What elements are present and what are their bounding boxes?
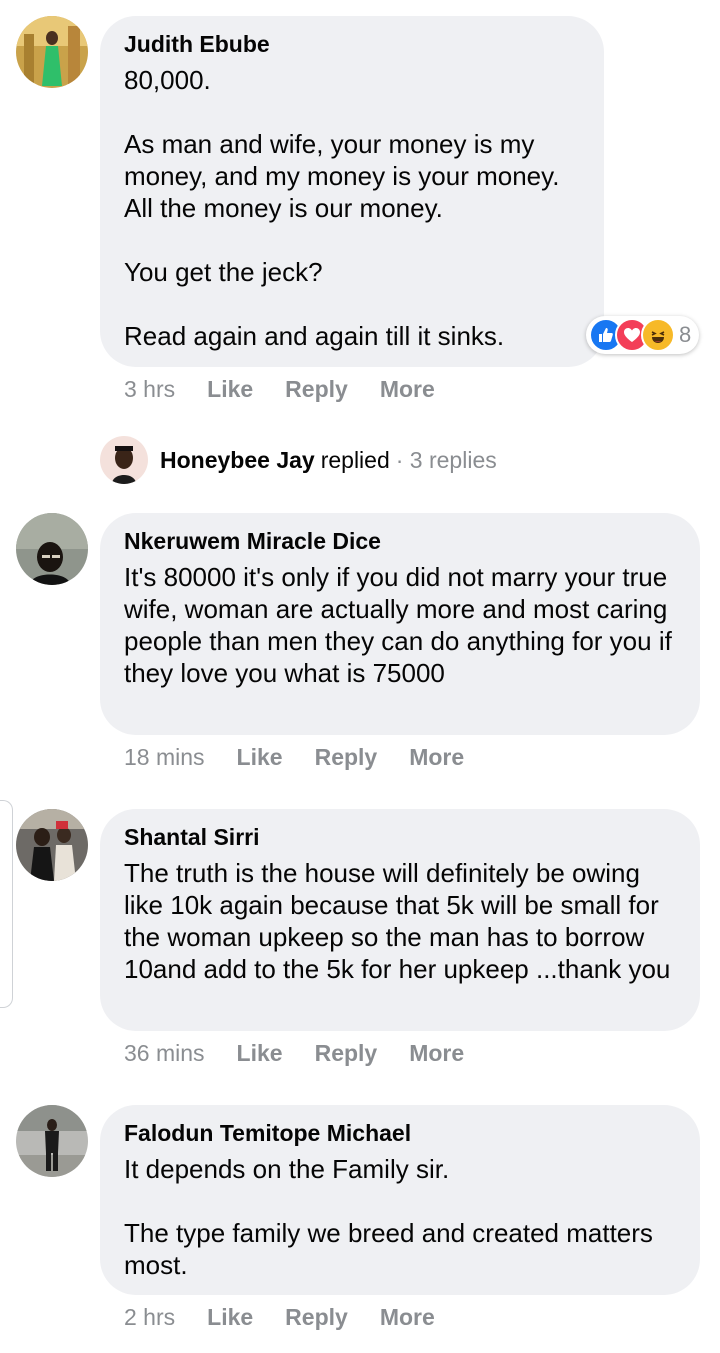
like-button[interactable]: Like xyxy=(237,1040,283,1067)
comment-timestamp[interactable]: 2 hrs xyxy=(124,1304,175,1331)
comment-text: 80,000. As man and wife, your money is m… xyxy=(124,65,560,351)
haha-reaction-icon xyxy=(641,318,675,352)
more-button[interactable]: More xyxy=(409,1040,464,1067)
comment-actions: 2 hrs Like Reply More xyxy=(124,1304,467,1331)
avatar[interactable] xyxy=(16,16,88,88)
reaction-count: 8 xyxy=(679,322,692,347)
avatar[interactable] xyxy=(16,1105,88,1177)
comment-bubble: Shantal Sirri The truth is the house wil… xyxy=(100,809,700,1031)
comment-actions: 3 hrs Like Reply More xyxy=(124,376,467,403)
reply-button[interactable]: Reply xyxy=(315,1040,378,1067)
avatar[interactable] xyxy=(16,513,88,585)
replies-count[interactable]: · 3 replies xyxy=(396,447,497,474)
commenter-name[interactable]: Judith Ebube xyxy=(124,30,580,58)
side-panel-edge xyxy=(0,800,13,1008)
comment-bubble: Judith Ebube 80,000. As man and wife, yo… xyxy=(100,16,604,367)
reactions-summary[interactable]: 8 xyxy=(586,316,700,354)
like-button[interactable]: Like xyxy=(207,1304,253,1331)
comment-bubble: Nkeruwem Miracle Dice It's 80000 it's on… xyxy=(100,513,700,735)
view-replies-row[interactable]: Honeybee Jay replied · 3 replies xyxy=(100,436,497,484)
more-button[interactable]: More xyxy=(380,376,435,403)
replied-label: replied xyxy=(320,446,390,473)
comment-actions: 36 mins Like Reply More xyxy=(124,1040,496,1067)
commenter-name[interactable]: Shantal Sirri xyxy=(124,823,676,851)
commenter-name[interactable]: Falodun Temitope Michael xyxy=(124,1119,676,1147)
reply-button[interactable]: Reply xyxy=(285,376,348,403)
commenter-name[interactable]: Nkeruwem Miracle Dice xyxy=(124,527,676,555)
like-button[interactable]: Like xyxy=(207,376,253,403)
comment-text: The truth is the house will definitely b… xyxy=(124,858,671,984)
more-button[interactable]: More xyxy=(409,744,464,771)
comment-actions: 18 mins Like Reply More xyxy=(124,744,496,771)
comment-text: It depends on the Family sir. The type f… xyxy=(124,1154,653,1280)
reply-button[interactable]: Reply xyxy=(285,1304,348,1331)
reply-button[interactable]: Reply xyxy=(315,744,378,771)
comment-timestamp[interactable]: 36 mins xyxy=(124,1040,205,1067)
more-button[interactable]: More xyxy=(380,1304,435,1331)
like-button[interactable]: Like xyxy=(237,744,283,771)
comment-bubble: Falodun Temitope Michael It depends on t… xyxy=(100,1105,700,1295)
comment-text: It's 80000 it's only if you did not marr… xyxy=(124,562,680,688)
comment-timestamp[interactable]: 3 hrs xyxy=(124,376,175,403)
avatar xyxy=(100,436,148,484)
avatar[interactable] xyxy=(16,809,88,881)
replier-name[interactable]: Honeybee Jay xyxy=(160,447,315,474)
comment-timestamp[interactable]: 18 mins xyxy=(124,744,205,771)
